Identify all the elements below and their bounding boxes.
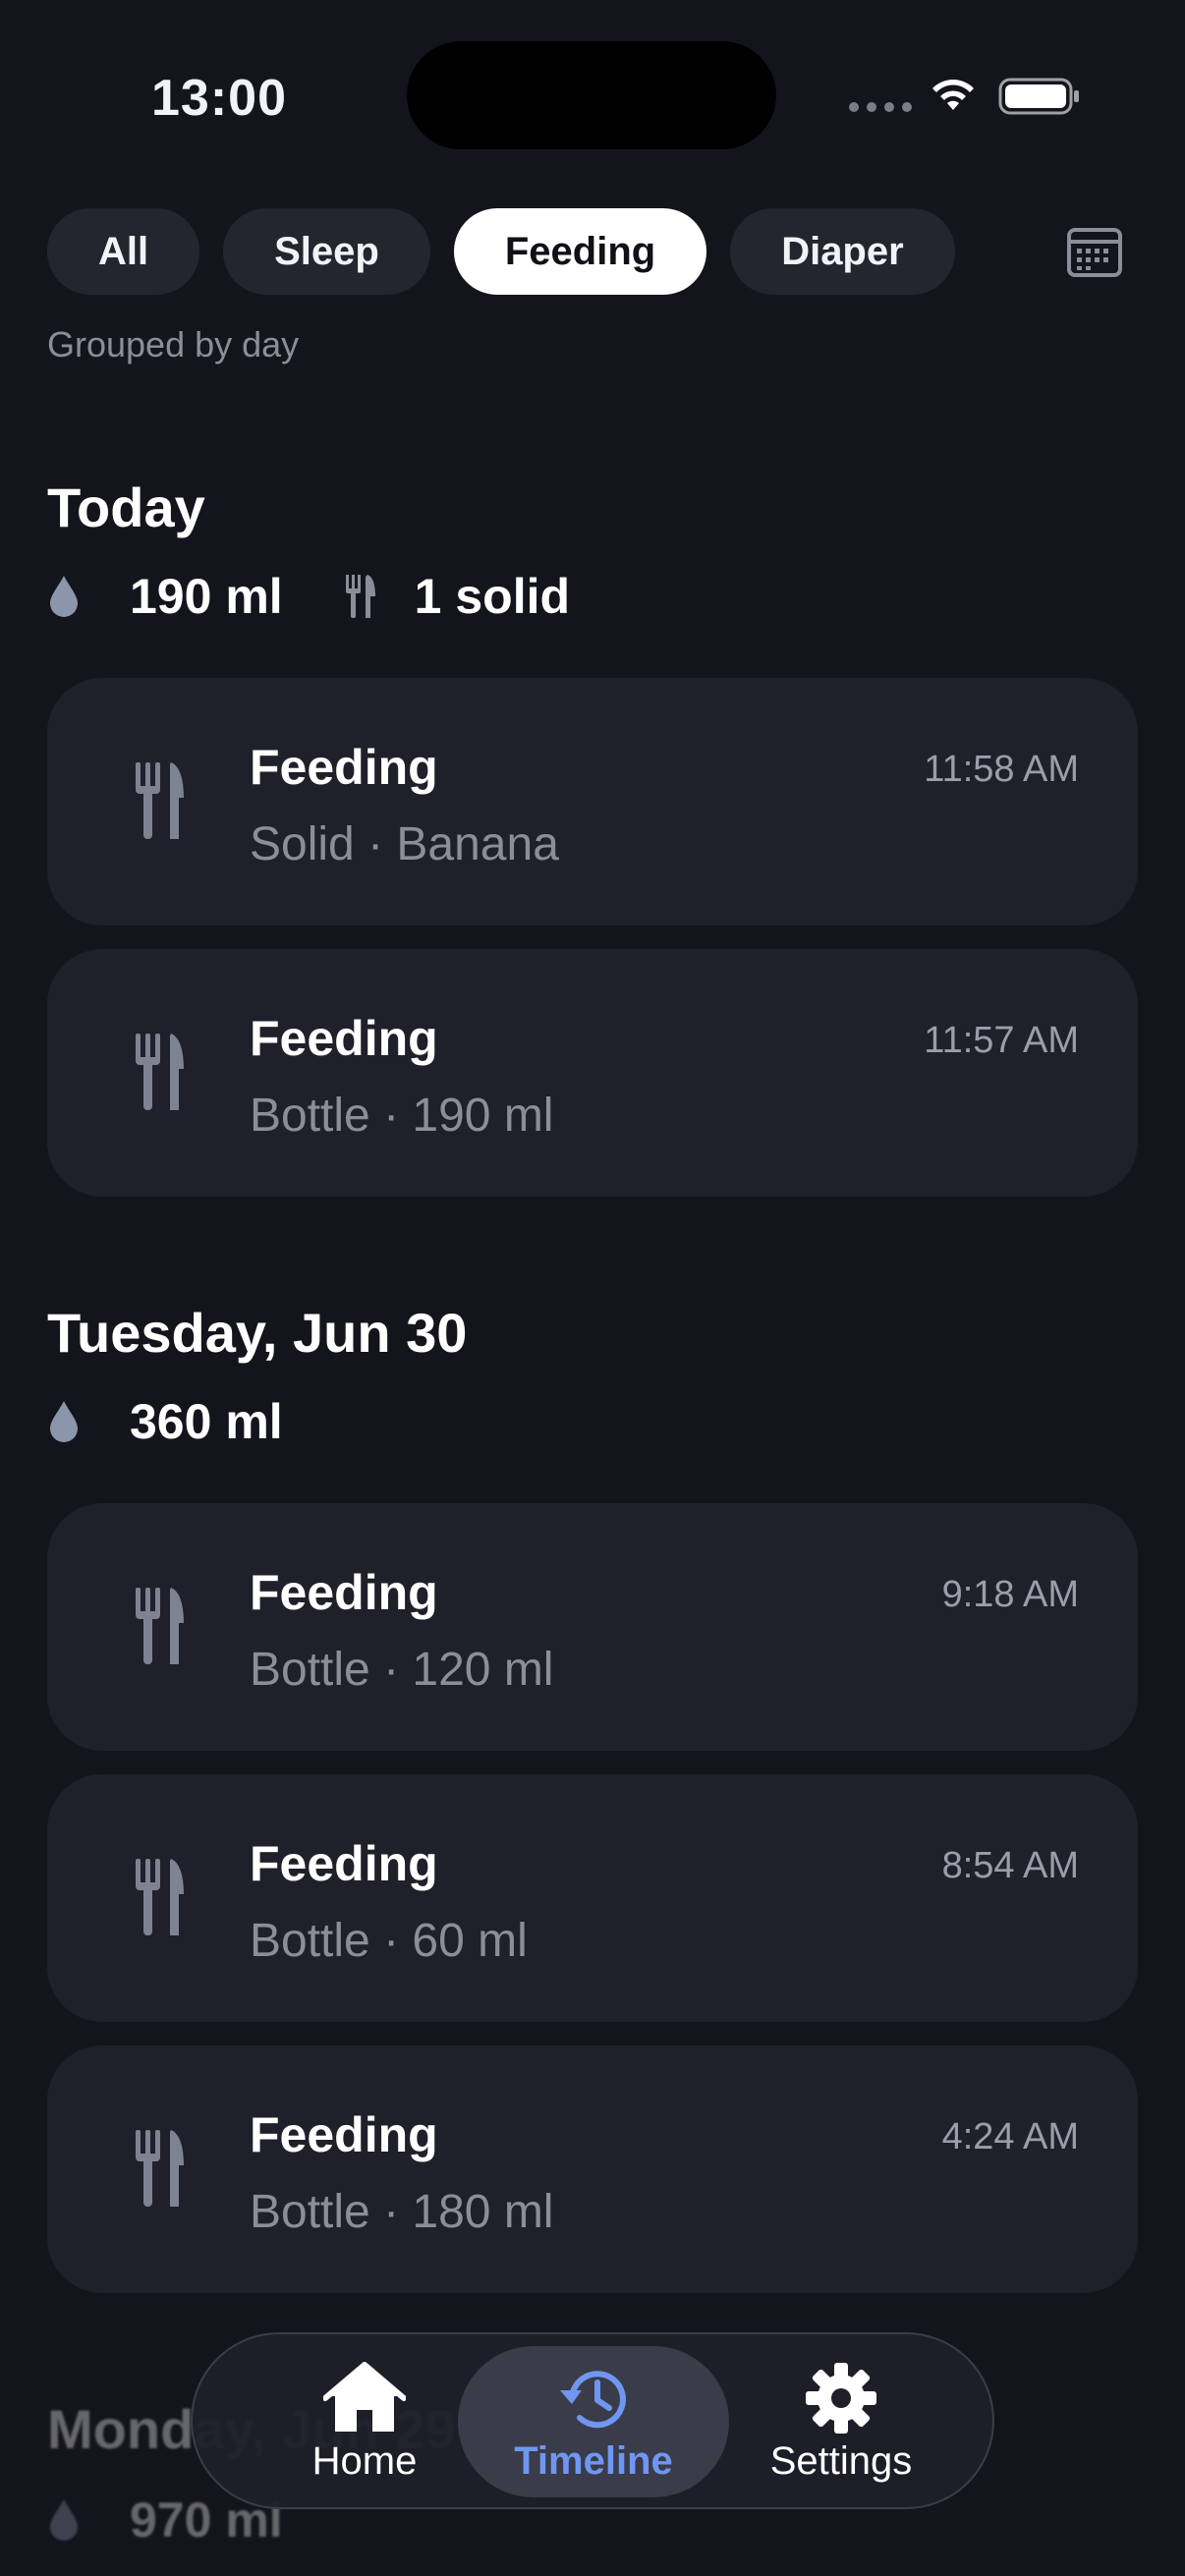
utensils-icon (136, 2130, 184, 2207)
tab-timeline[interactable]: Timeline (458, 2346, 729, 2497)
summary-solids: 1 solid (414, 569, 571, 624)
entry-detail: Bottle · 190 ml (250, 1090, 554, 1142)
timeline-entry-card[interactable]: Feeding Bottle · 180 ml 4:24 AM (47, 2045, 1138, 2293)
utensils-icon (345, 575, 375, 618)
utensils-icon (136, 762, 184, 839)
summary-volume: 190 ml (130, 569, 283, 624)
house-icon (323, 2361, 406, 2432)
wifi-icon (932, 80, 974, 110)
entry-time: 11:57 AM (924, 1020, 1079, 1061)
entry-detail: Bottle · 180 ml (250, 2186, 554, 2238)
section-summary-today: 190 ml 1 solid (47, 568, 570, 625)
entry-title: Feeding (250, 740, 438, 795)
tab-timeline-label: Timeline (514, 2438, 673, 2483)
tab-bar: Home Timeline Settings (191, 2332, 994, 2509)
tab-home[interactable]: Home (252, 2346, 478, 2497)
entry-time: 9:18 AM (941, 1574, 1079, 1615)
section-summary-tuesday: 360 ml (47, 1393, 283, 1450)
filter-all-chip[interactable]: All (47, 208, 200, 295)
grouping-caption: Grouped by day (47, 324, 300, 364)
utensils-icon (136, 1588, 184, 1664)
entry-title: Feeding (250, 2107, 438, 2162)
drop-icon (50, 576, 78, 617)
summary-volume: 360 ml (130, 1394, 283, 1449)
filter-diaper-chip[interactable]: Diaper (730, 208, 955, 295)
tab-settings[interactable]: Settings (713, 2346, 969, 2497)
entry-detail: Solid · Banana (250, 818, 559, 870)
gear-icon (806, 2362, 876, 2434)
utensils-icon (136, 1034, 184, 1110)
timeline-entry-card[interactable]: Feeding Bottle · 60 ml 8:54 AM (47, 1774, 1138, 2022)
entry-detail: Bottle · 60 ml (250, 1915, 528, 1967)
section-title-tuesday: Tuesday, Jun 30 (47, 1302, 468, 1364)
timeline-entry-card[interactable]: Feeding Solid · Banana 11:58 AM (47, 678, 1138, 925)
drop-icon (50, 2499, 78, 2541)
filter-feeding-chip[interactable]: Feeding (453, 208, 707, 295)
calendar-icon[interactable] (1065, 222, 1124, 281)
entry-title: Feeding (250, 1011, 438, 1066)
entry-time: 8:54 AM (941, 1845, 1079, 1886)
filter-sleep-chip[interactable]: Sleep (223, 208, 430, 295)
cellular-signal-icon (849, 102, 912, 112)
entry-title: Feeding (250, 1836, 438, 1891)
entry-detail: Bottle · 120 ml (250, 1644, 554, 1696)
tab-home-label: Home (311, 2438, 418, 2483)
section-title-today: Today (47, 476, 205, 538)
utensils-icon (136, 1859, 184, 1935)
status-bar: 13:00 (0, 0, 1185, 196)
battery-icon (998, 78, 1079, 115)
entry-title: Feeding (250, 1565, 438, 1620)
dynamic-island (407, 41, 776, 149)
drop-icon (50, 1401, 78, 1442)
history-icon (560, 2370, 626, 2428)
timeline-entry-card[interactable]: Feeding Bottle · 120 ml 9:18 AM (47, 1503, 1138, 1751)
entry-time: 4:24 AM (941, 2116, 1079, 2157)
filter-chips: All Sleep Feeding Diaper (47, 208, 955, 295)
entry-time: 11:58 AM (924, 749, 1079, 790)
tab-settings-label: Settings (769, 2438, 913, 2483)
timeline-entry-card[interactable]: Feeding Bottle · 190 ml 11:57 AM (47, 949, 1138, 1197)
status-time: 13:00 (151, 70, 287, 127)
